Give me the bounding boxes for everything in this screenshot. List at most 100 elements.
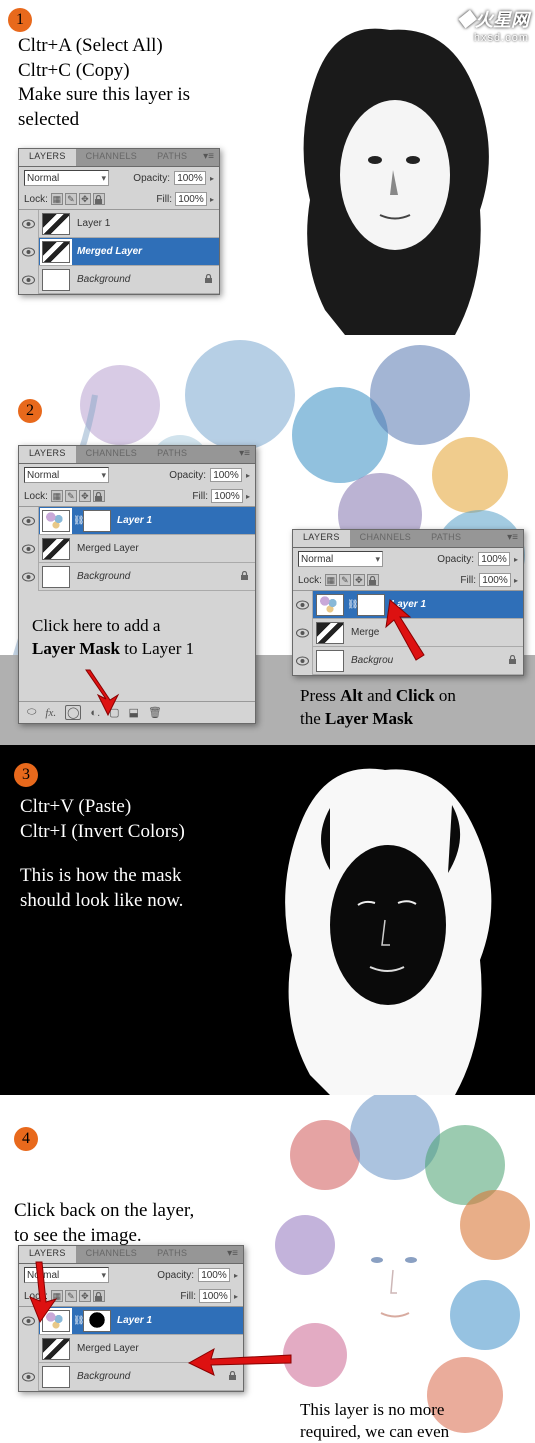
lock-pixels-icon[interactable]: ✎ (65, 490, 77, 502)
tab-channels[interactable]: CHANNELS (76, 1246, 147, 1263)
panel-menu-icon[interactable]: ▾≡ (502, 530, 523, 547)
visibility-toggle-icon[interactable] (19, 1335, 39, 1363)
opacity-flyout-icon[interactable]: ▸ (210, 174, 214, 183)
red-arrow-icon (376, 595, 431, 665)
tab-channels[interactable]: CHANNELS (350, 530, 421, 547)
tab-layers[interactable]: LAYERS (19, 446, 76, 463)
tab-channels[interactable]: CHANNELS (76, 446, 147, 463)
step-4-note: This layer is no more required, we can e… (300, 1399, 449, 1443)
layer-mask-thumbnail[interactable] (83, 1310, 111, 1332)
lock-position-icon[interactable]: ✥ (353, 574, 365, 586)
tab-layers[interactable]: LAYERS (293, 530, 350, 547)
delete-layer-icon[interactable]: 🗑 (148, 706, 162, 719)
layer-thumbnail[interactable] (42, 241, 70, 263)
tab-channels[interactable]: CHANNELS (76, 149, 147, 166)
layer-mask-thumbnail[interactable] (83, 510, 111, 532)
layer-thumbnail[interactable] (316, 622, 344, 644)
blend-mode-select[interactable]: Normal (24, 170, 109, 186)
lock-pixels-icon[interactable]: ✎ (65, 193, 77, 205)
opacity-input[interactable]: 100% (198, 1268, 230, 1282)
blend-mode-select[interactable]: Normal (24, 467, 109, 483)
step-3-instructions: Cltr+V (Paste) Cltr+I (Invert Colors) Th… (20, 795, 185, 914)
lock-icon (204, 274, 219, 286)
fill-input[interactable]: 100% (175, 192, 207, 206)
lock-pixels-icon[interactable]: ✎ (339, 574, 351, 586)
lock-icon (508, 655, 523, 667)
layer-thumbnail[interactable] (42, 566, 70, 588)
visibility-toggle-icon[interactable] (19, 238, 39, 266)
layer-thumbnail[interactable] (42, 213, 70, 235)
lock-transparency-icon[interactable]: ▦ (51, 193, 63, 205)
lock-transparency-icon[interactable]: ▦ (51, 490, 63, 502)
layers-panel-step1: LAYERS CHANNELS PATHS ▾≡ Normal Opacity:… (18, 148, 220, 295)
opacity-input[interactable]: 100% (478, 552, 510, 566)
visibility-toggle-icon[interactable] (19, 563, 39, 591)
tab-layers[interactable]: LAYERS (19, 149, 76, 166)
layer-thumbnail[interactable] (42, 510, 70, 532)
lock-position-icon[interactable]: ✥ (79, 1290, 91, 1302)
fx-icon[interactable]: fx. (45, 707, 56, 719)
step-2-left-instructions: Click here to add a Layer Mask to Layer … (32, 615, 194, 661)
layer-thumbnail[interactable] (42, 538, 70, 560)
tab-paths[interactable]: PATHS (147, 1246, 197, 1263)
new-layer-icon[interactable]: ⬓ (129, 706, 139, 719)
step-3-badge: 3 (14, 763, 38, 787)
lock-position-icon[interactable]: ✥ (79, 490, 91, 502)
layer-row[interactable]: Background (19, 563, 255, 591)
lock-all-icon[interactable] (93, 1290, 105, 1302)
step-2-section: 2 LAYERS CHANNELS PATHS ▾≡ Normal Opacit… (0, 335, 535, 745)
tab-paths[interactable]: PATHS (421, 530, 471, 547)
lock-all-icon[interactable] (93, 490, 105, 502)
mask-link-icon[interactable]: ⛓ (73, 515, 81, 526)
visibility-toggle-icon[interactable] (19, 1363, 39, 1391)
red-arrow-icon (22, 1257, 67, 1327)
panel-menu-icon[interactable]: ▾≡ (198, 149, 219, 166)
layer-thumbnail[interactable] (316, 594, 344, 616)
fill-input[interactable]: 100% (199, 1289, 231, 1303)
panel-menu-icon[interactable]: ▾≡ (222, 1246, 243, 1263)
lock-transparency-icon[interactable]: ▦ (325, 574, 337, 586)
layer-thumbnail[interactable] (42, 1366, 70, 1388)
opacity-input[interactable]: 100% (210, 468, 242, 482)
step-1-section: ◆火星网 hxsd.com 1 Cltr+A (Select All) Cltr… (0, 0, 535, 335)
layer-thumbnail[interactable] (42, 269, 70, 291)
inverted-mask-image (230, 745, 535, 1095)
mask-link-icon[interactable]: ⛓ (347, 599, 355, 610)
tab-paths[interactable]: PATHS (147, 149, 197, 166)
watercolor-portrait-image (235, 1095, 535, 1440)
panel-menu-icon[interactable]: ▾≡ (234, 446, 255, 463)
lock-all-icon[interactable] (367, 574, 379, 586)
layers-panel-step2-left: LAYERS CHANNELS PATHS ▾≡ Normal Opacity:… (18, 445, 256, 724)
layer-row[interactable]: Layer 1 (19, 210, 219, 238)
step-4-badge: 4 (14, 1127, 38, 1151)
add-mask-icon[interactable]: ◯ (65, 705, 81, 720)
link-layers-icon[interactable]: ⬭ (27, 706, 36, 719)
visibility-toggle-icon[interactable] (293, 591, 313, 619)
step-4-section: 4 Click back on the layer, to see the im… (0, 1095, 535, 1440)
layer-row-selected[interactable]: ⛓ Layer 1 (19, 507, 255, 535)
visibility-toggle-icon[interactable] (293, 647, 313, 675)
fill-input[interactable]: 100% (479, 573, 511, 587)
step-4-instructions: Click back on the layer, to see the imag… (14, 1199, 194, 1248)
tab-paths[interactable]: PATHS (147, 446, 197, 463)
fill-flyout-icon[interactable]: ▸ (210, 195, 214, 204)
lock-position-icon[interactable]: ✥ (79, 193, 91, 205)
visibility-toggle-icon[interactable] (19, 266, 39, 294)
visibility-toggle-icon[interactable] (19, 535, 39, 563)
visibility-toggle-icon[interactable] (293, 619, 313, 647)
lock-icon (240, 571, 255, 583)
opacity-input[interactable]: 100% (174, 171, 206, 185)
layer-row[interactable]: Background (19, 266, 219, 294)
blend-mode-select[interactable]: Normal (298, 551, 383, 567)
layer-thumbnail[interactable] (316, 650, 344, 672)
layer-row-selected[interactable]: Merged Layer (19, 238, 219, 266)
step-2-badge: 2 (18, 399, 42, 423)
visibility-toggle-icon[interactable] (19, 507, 39, 535)
fill-input[interactable]: 100% (211, 489, 243, 503)
mask-link-icon[interactable]: ⛓ (73, 1315, 81, 1326)
visibility-toggle-icon[interactable] (19, 210, 39, 238)
layer-thumbnail[interactable] (42, 1338, 70, 1360)
step-1-instructions: Cltr+A (Select All) Cltr+C (Copy) Make s… (18, 34, 190, 133)
lock-all-icon[interactable] (93, 193, 105, 205)
layer-row[interactable]: Merged Layer (19, 535, 255, 563)
